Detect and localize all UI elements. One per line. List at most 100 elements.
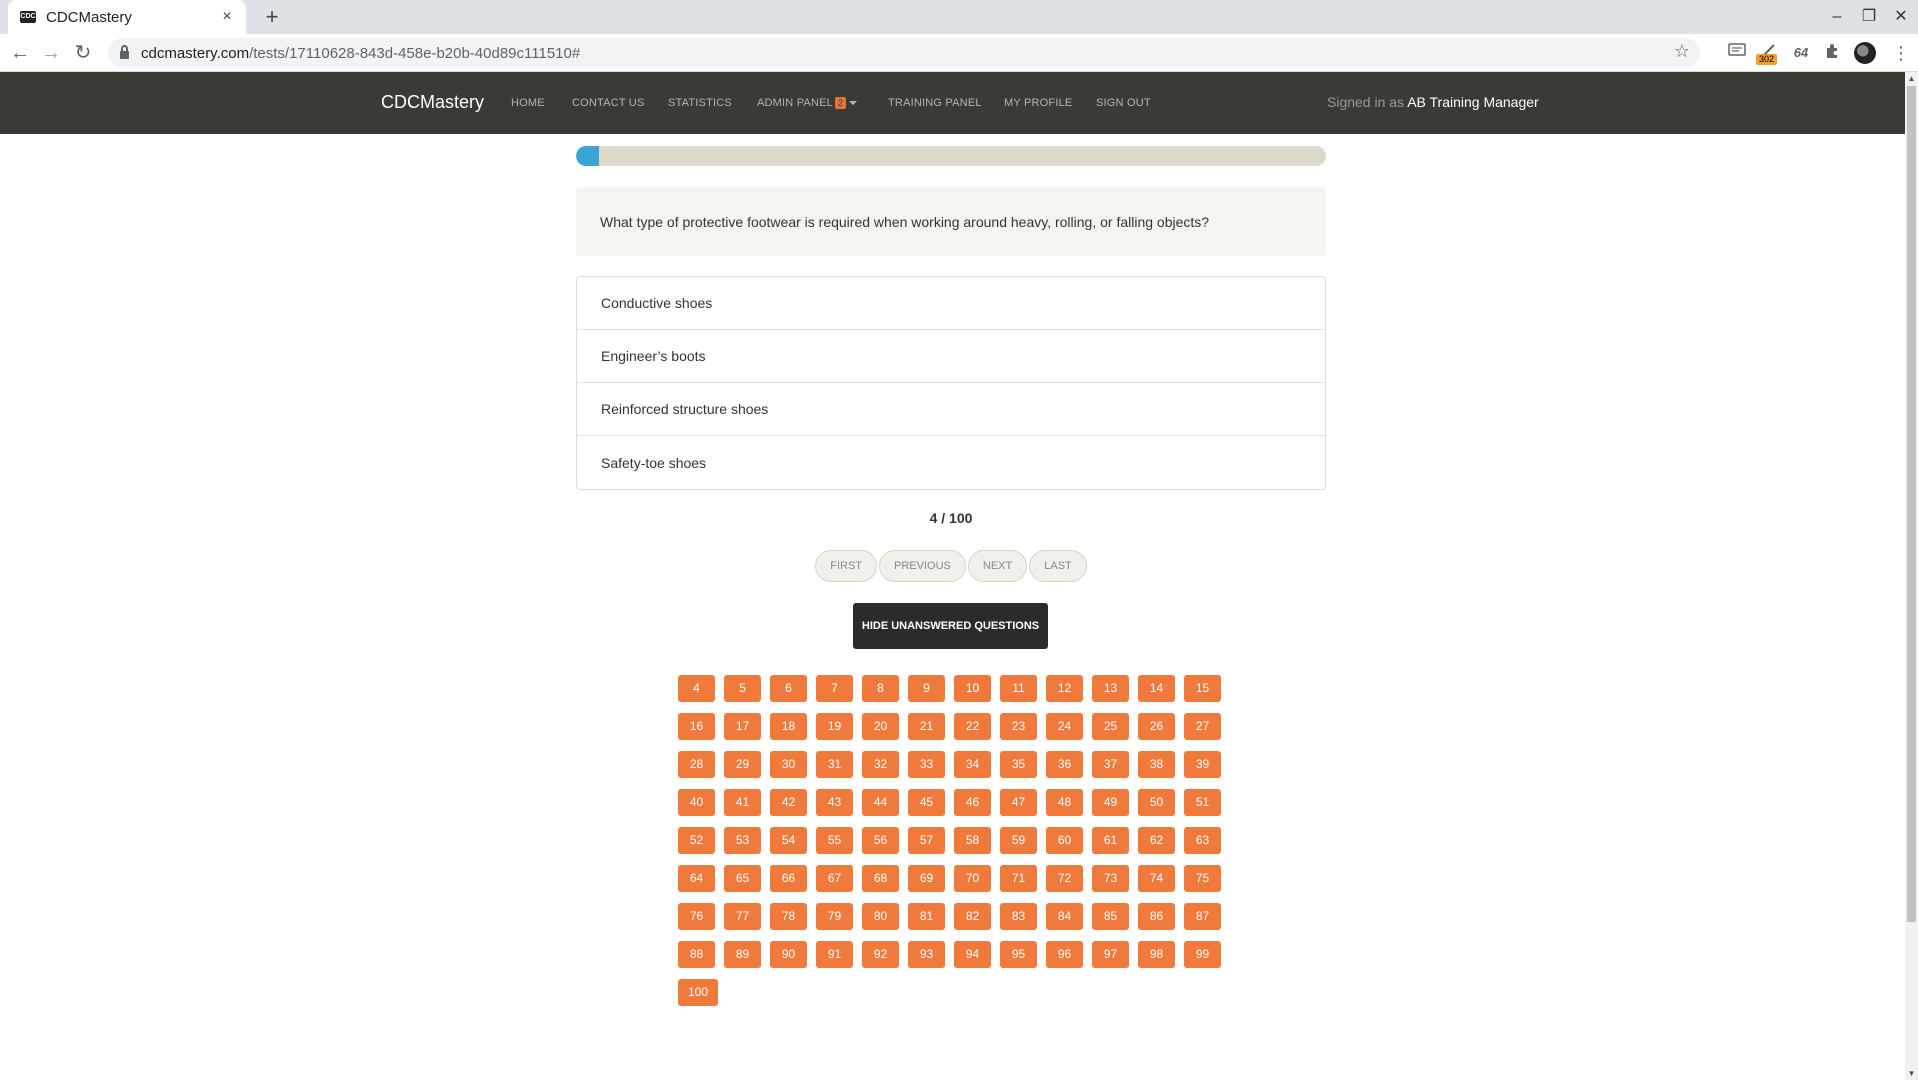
bookmark-star-icon[interactable]: ☆ — [1674, 41, 1690, 62]
question-number-button[interactable]: 74 — [1138, 865, 1175, 892]
extension-reader-icon[interactable] — [1726, 42, 1748, 64]
question-number-button[interactable]: 18 — [770, 713, 807, 740]
extensions-puzzle-icon[interactable] — [1822, 42, 1844, 64]
question-number-button[interactable]: 100 — [678, 979, 718, 1006]
browser-tab[interactable]: CDC CDCMastery × — [8, 0, 246, 34]
answer-option[interactable]: Engineer’s boots — [577, 330, 1325, 383]
question-number-button[interactable]: 77 — [724, 903, 761, 930]
next-button[interactable]: NEXT — [967, 550, 1028, 582]
answer-option[interactable]: Conductive shoes — [577, 277, 1325, 330]
question-number-button[interactable]: 39 — [1184, 751, 1221, 778]
question-number-button[interactable]: 33 — [908, 751, 945, 778]
question-number-button[interactable]: 8 — [862, 675, 899, 702]
question-number-button[interactable]: 56 — [862, 827, 899, 854]
question-number-button[interactable]: 89 — [724, 941, 761, 968]
question-number-button[interactable]: 78 — [770, 903, 807, 930]
question-number-button[interactable]: 87 — [1184, 903, 1221, 930]
question-number-button[interactable]: 50 — [1138, 789, 1175, 816]
scroll-up-icon[interactable]: ▲ — [1905, 72, 1918, 85]
question-number-button[interactable]: 36 — [1046, 751, 1083, 778]
question-number-button[interactable]: 6 — [770, 675, 807, 702]
question-number-button[interactable]: 7 — [816, 675, 853, 702]
tab-close-icon[interactable]: × — [218, 8, 236, 26]
nav-my-profile[interactable]: MY PROFILE — [1004, 97, 1072, 109]
question-number-button[interactable]: 22 — [954, 713, 991, 740]
question-number-button[interactable]: 35 — [1000, 751, 1037, 778]
question-number-button[interactable]: 65 — [724, 865, 761, 892]
question-number-button[interactable]: 82 — [954, 903, 991, 930]
nav-contact-us[interactable]: CONTACT US — [572, 97, 645, 109]
question-number-button[interactable]: 5 — [724, 675, 761, 702]
scrollbar-thumb[interactable] — [1907, 86, 1916, 922]
question-number-button[interactable]: 91 — [816, 941, 853, 968]
question-number-button[interactable]: 57 — [908, 827, 945, 854]
question-number-button[interactable]: 72 — [1046, 865, 1083, 892]
brand-logo[interactable]: CDCMastery — [381, 92, 484, 113]
question-number-button[interactable]: 53 — [724, 827, 761, 854]
question-number-button[interactable]: 63 — [1184, 827, 1221, 854]
question-number-button[interactable]: 52 — [678, 827, 715, 854]
question-number-button[interactable]: 17 — [724, 713, 761, 740]
hide-unanswered-button[interactable]: HIDE UNANSWERED QUESTIONS — [853, 603, 1048, 649]
question-number-button[interactable]: 60 — [1046, 827, 1083, 854]
question-number-button[interactable]: 30 — [770, 751, 807, 778]
question-number-button[interactable]: 84 — [1046, 903, 1083, 930]
question-number-button[interactable]: 58 — [954, 827, 991, 854]
question-number-button[interactable]: 15 — [1184, 675, 1221, 702]
question-number-button[interactable]: 71 — [1000, 865, 1037, 892]
question-number-button[interactable]: 92 — [862, 941, 899, 968]
question-number-button[interactable]: 25 — [1092, 713, 1129, 740]
question-number-button[interactable]: 54 — [770, 827, 807, 854]
question-number-button[interactable]: 66 — [770, 865, 807, 892]
answer-option[interactable]: Safety-toe shoes — [577, 436, 1325, 489]
nav-training-panel[interactable]: TRAINING PANEL — [888, 97, 982, 109]
question-number-button[interactable]: 99 — [1184, 941, 1221, 968]
question-number-button[interactable]: 23 — [1000, 713, 1037, 740]
question-number-button[interactable]: 70 — [954, 865, 991, 892]
reload-icon[interactable]: ↻ — [70, 40, 96, 66]
question-number-button[interactable]: 95 — [1000, 941, 1037, 968]
question-number-button[interactable]: 45 — [908, 789, 945, 816]
question-number-button[interactable]: 40 — [678, 789, 715, 816]
extension-counter-icon[interactable]: 64 — [1790, 42, 1812, 64]
answer-option[interactable]: Reinforced structure shoes — [577, 383, 1325, 436]
question-number-button[interactable]: 12 — [1046, 675, 1083, 702]
question-number-button[interactable]: 62 — [1138, 827, 1175, 854]
question-number-button[interactable]: 86 — [1138, 903, 1175, 930]
question-number-button[interactable]: 29 — [724, 751, 761, 778]
question-number-button[interactable]: 9 — [908, 675, 945, 702]
question-number-button[interactable]: 38 — [1138, 751, 1175, 778]
question-number-button[interactable]: 97 — [1092, 941, 1129, 968]
question-number-button[interactable]: 83 — [1000, 903, 1037, 930]
profile-avatar[interactable] — [1854, 42, 1876, 64]
question-number-button[interactable]: 43 — [816, 789, 853, 816]
question-number-button[interactable]: 49 — [1092, 789, 1129, 816]
lock-icon[interactable] — [120, 45, 129, 59]
previous-button[interactable]: PREVIOUS — [879, 550, 966, 582]
question-number-button[interactable]: 85 — [1092, 903, 1129, 930]
back-icon[interactable]: ← — [7, 40, 33, 66]
nav-statistics[interactable]: STATISTICS — [668, 97, 732, 109]
question-number-button[interactable]: 20 — [862, 713, 899, 740]
question-number-button[interactable]: 37 — [1092, 751, 1129, 778]
question-number-button[interactable]: 69 — [908, 865, 945, 892]
question-number-button[interactable]: 28 — [678, 751, 715, 778]
question-number-button[interactable]: 68 — [862, 865, 899, 892]
question-number-button[interactable]: 47 — [1000, 789, 1037, 816]
nav-sign-out[interactable]: SIGN OUT — [1096, 97, 1151, 109]
question-number-button[interactable]: 44 — [862, 789, 899, 816]
signed-in-user[interactable]: AB Training Manager — [1407, 94, 1539, 110]
scroll-down-icon[interactable]: ▼ — [1905, 1067, 1918, 1080]
new-tab-icon[interactable]: + — [258, 4, 286, 30]
question-number-button[interactable]: 21 — [908, 713, 945, 740]
question-number-button[interactable]: 24 — [1046, 713, 1083, 740]
last-button[interactable]: LAST — [1029, 550, 1087, 582]
question-number-button[interactable]: 76 — [678, 903, 715, 930]
question-number-button[interactable]: 14 — [1138, 675, 1175, 702]
question-number-button[interactable]: 90 — [770, 941, 807, 968]
question-number-button[interactable]: 34 — [954, 751, 991, 778]
question-number-button[interactable]: 98 — [1138, 941, 1175, 968]
question-number-button[interactable]: 41 — [724, 789, 761, 816]
question-number-button[interactable]: 55 — [816, 827, 853, 854]
question-number-button[interactable]: 27 — [1184, 713, 1221, 740]
